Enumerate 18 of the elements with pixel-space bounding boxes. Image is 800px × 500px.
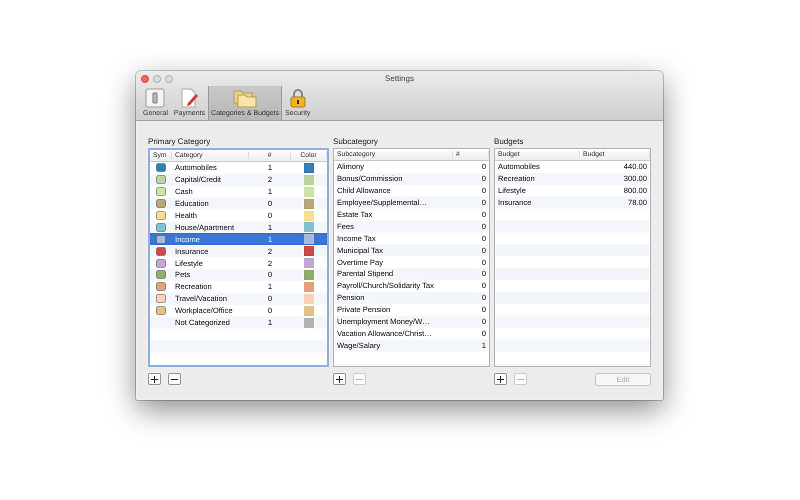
add-button[interactable]	[333, 373, 346, 385]
folders-icon	[233, 88, 258, 108]
plus-icon	[151, 376, 158, 382]
panel-heading: Primary Category	[148, 136, 212, 148]
document-pen-icon	[179, 88, 200, 108]
close-button[interactable]	[141, 74, 149, 82]
panel-heading: Budgets	[494, 136, 524, 148]
padlock-icon	[288, 88, 308, 108]
plus-icon	[497, 376, 504, 382]
zoom-button[interactable]	[165, 74, 173, 82]
minimize-button[interactable]	[153, 74, 161, 82]
switch-icon	[145, 88, 166, 108]
remove-button[interactable]	[168, 373, 181, 385]
add-button[interactable]	[494, 373, 507, 385]
add-button[interactable]	[148, 373, 161, 385]
window-title: Settings	[384, 74, 415, 83]
plus-icon	[336, 376, 343, 382]
panel-heading: Subcategory	[333, 136, 379, 148]
